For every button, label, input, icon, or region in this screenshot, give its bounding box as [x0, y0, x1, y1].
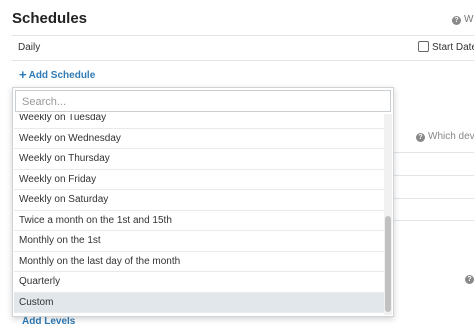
add-schedule-label: Add Schedule [28, 70, 96, 81]
checkbox-box[interactable] [418, 41, 429, 52]
option-monthly-last-day[interactable]: Monthly on the last day of the month [14, 252, 384, 272]
divider [386, 152, 474, 153]
divider [386, 175, 474, 176]
question-circle-icon[interactable]: ? [465, 268, 474, 286]
which-device-text: Which devi [428, 131, 474, 142]
add-levels-button[interactable]: Add Levels [22, 316, 75, 327]
start-date-checkbox[interactable]: Start Date [418, 41, 474, 53]
search-input[interactable] [20, 92, 384, 112]
option-weekly-thursday[interactable]: Weekly on Thursday [14, 149, 384, 170]
option-weekly-friday[interactable]: Weekly on Friday [14, 170, 384, 190]
search-box [15, 90, 391, 112]
help-text: W [464, 14, 474, 25]
option-twice-a-month[interactable]: Twice a month on the 1st and 15th [14, 211, 384, 231]
option-weekly-tuesday[interactable]: Weekly on Tuesday [14, 114, 384, 129]
start-date-label: Start Date [432, 42, 474, 53]
question-circle-icon: ? [416, 133, 425, 142]
schedule-row: Daily Start Date [12, 35, 474, 61]
question-circle-icon: ? [452, 16, 461, 25]
help-link[interactable]: ? W [452, 14, 474, 28]
add-levels-label: Add Levels [22, 316, 76, 327]
add-schedule-button[interactable]: + Add Schedule [19, 67, 95, 82]
divider [386, 198, 474, 199]
divider [386, 220, 474, 221]
schedule-dropdown: Weekly on Tuesday Weekly on Wednesday We… [12, 87, 394, 317]
option-quarterly[interactable]: Quarterly [14, 272, 384, 293]
option-custom[interactable]: Custom [14, 292, 384, 313]
scrollbar-thumb[interactable] [385, 216, 391, 312]
which-device-help: ? Which devi [416, 131, 474, 142]
schedule-label: Daily [18, 42, 41, 53]
options-list: Weekly on Tuesday Weekly on Wednesday We… [14, 114, 384, 315]
scrollbar[interactable] [384, 114, 392, 315]
option-monthly-1st[interactable]: Monthly on the 1st [14, 231, 384, 252]
section-title: Schedules [12, 10, 88, 27]
option-weekly-saturday[interactable]: Weekly on Saturday [14, 190, 384, 211]
plus-icon: + [19, 67, 27, 82]
option-weekly-wednesday[interactable]: Weekly on Wednesday [14, 129, 384, 149]
